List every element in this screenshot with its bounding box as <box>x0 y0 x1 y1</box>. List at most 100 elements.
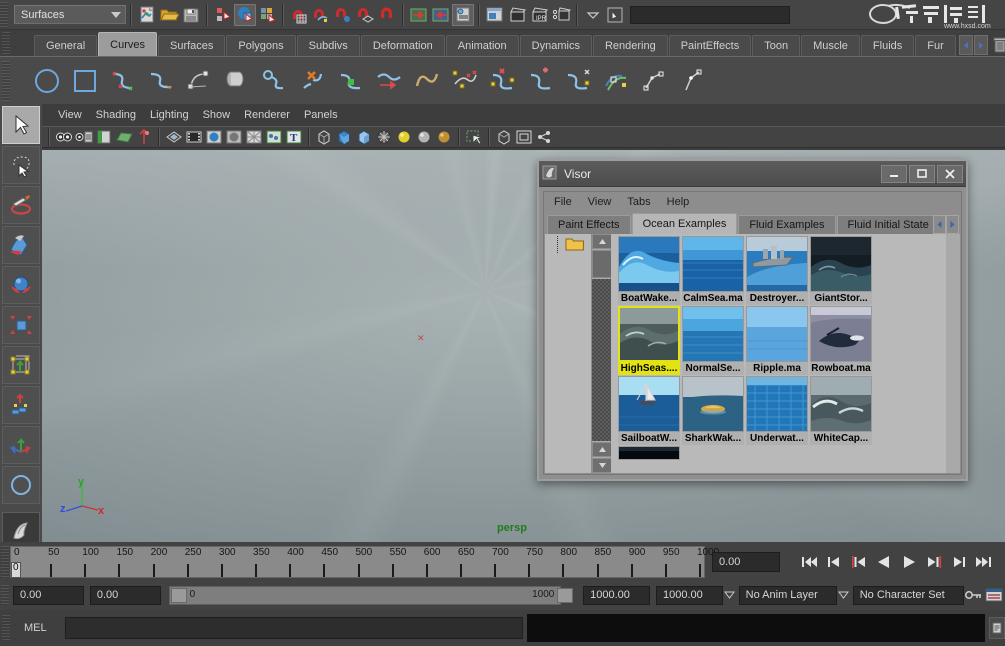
render-globals-icon[interactable] <box>550 4 572 26</box>
visor-menu-help[interactable]: Help <box>667 196 690 208</box>
script-editor-icon[interactable] <box>989 617 1005 639</box>
nurbs-circle-icon[interactable] <box>30 62 64 100</box>
list-item[interactable]: Ripple.ma <box>746 306 808 375</box>
visor-menu-tabs[interactable]: Tabs <box>627 196 650 208</box>
last-tool-used-button[interactable] <box>2 466 40 504</box>
xray-joints-icon[interactable] <box>264 127 284 147</box>
list-item[interactable]: Destroyer... <box>746 236 808 305</box>
visor-tab-fluid-examples[interactable]: Fluid Examples <box>738 215 835 234</box>
list-item[interactable]: SailboatW... <box>618 376 680 445</box>
chevron-down-icon[interactable] <box>723 586 737 604</box>
visor-window[interactable]: Visor File View Tabs Help Paint Effects … <box>537 159 968 481</box>
list-item[interactable]: Underwat... <box>746 376 808 445</box>
minimize-button[interactable] <box>881 165 907 183</box>
isolate-select-icon[interactable] <box>494 127 514 147</box>
image-plane-icon[interactable] <box>114 127 134 147</box>
film-gate-icon[interactable] <box>184 127 204 147</box>
render-view-icon[interactable] <box>484 4 506 26</box>
shelf-gripper[interactable] <box>2 32 10 54</box>
command-language-label[interactable]: MEL <box>24 622 65 634</box>
move-tool-button[interactable] <box>2 226 40 264</box>
xray-icon[interactable] <box>244 127 264 147</box>
two-sided-lighting-icon[interactable] <box>164 127 184 147</box>
current-time-field[interactable]: 0.00 <box>712 552 780 572</box>
ipr-render-icon[interactable]: IPR <box>528 4 550 26</box>
resolution-gate-icon[interactable] <box>204 127 224 147</box>
exposure-icon[interactable] <box>134 127 154 147</box>
thumbnail-white-caps[interactable] <box>810 376 872 432</box>
snap-to-grid-icon[interactable] <box>288 4 310 26</box>
viewport-menu-view[interactable]: View <box>58 109 82 121</box>
chevron-down-icon[interactable] <box>837 586 851 604</box>
thumbnail-sailboat-wake[interactable] <box>618 376 680 432</box>
align-curves-icon[interactable] <box>372 62 406 100</box>
thumbnail-partial-row[interactable] <box>618 446 680 460</box>
animation-preferences-icon[interactable] <box>983 586 1005 604</box>
default-light-icon[interactable] <box>414 127 434 147</box>
lasso-tool-button[interactable] <box>2 146 40 184</box>
universal-manipulator-button[interactable] <box>2 346 40 384</box>
camera-attributes-icon[interactable] <box>74 127 94 147</box>
play-backwards-icon[interactable] <box>873 551 894 573</box>
shelf-tab-toon[interactable]: Toon <box>752 35 800 56</box>
list-item[interactable] <box>618 446 680 460</box>
scrollbar-track[interactable] <box>592 279 612 441</box>
shelf-tab-fur[interactable]: Fur <box>915 35 956 56</box>
duplicate-surface-curves-icon[interactable] <box>258 62 292 100</box>
texture-icon[interactable] <box>374 127 394 147</box>
shelf-tab-subdivs[interactable]: Subdivs <box>297 35 360 56</box>
shelf-tab-rendering[interactable]: Rendering <box>593 35 668 56</box>
character-set-field[interactable]: No Character Set <box>853 586 964 605</box>
viewport-menu-show[interactable]: Show <box>203 109 231 121</box>
attach-curves-icon[interactable] <box>296 62 330 100</box>
construction-history-off-icon[interactable] <box>430 4 452 26</box>
visor-title-bar[interactable]: Visor <box>539 161 966 187</box>
scroll-down-arrow-icon[interactable] <box>592 458 612 473</box>
toolbar-gripper[interactable] <box>0 2 8 28</box>
smooth-shade-icon[interactable] <box>334 127 354 147</box>
selection-mask-icon[interactable] <box>604 4 626 26</box>
anim-layer-field[interactable]: No Anim Layer <box>739 586 837 605</box>
list-item[interactable]: SharkWak... <box>682 376 744 445</box>
scrollbar-thumb[interactable] <box>592 250 612 278</box>
thumbnail-normal-sea[interactable] <box>682 306 744 362</box>
construction-history-on-icon[interactable] <box>408 4 430 26</box>
viewport-menu-lighting[interactable]: Lighting <box>150 109 189 121</box>
go-to-end-icon[interactable] <box>973 551 994 573</box>
thumbnail-ripple[interactable] <box>746 306 808 362</box>
chevron-left-icon[interactable] <box>959 35 973 55</box>
thumbnail-underwater[interactable] <box>746 376 808 432</box>
snap-to-projected-center-icon[interactable] <box>354 4 376 26</box>
play-forwards-icon[interactable] <box>898 551 919 573</box>
range-slider-bar[interactable]: 0 1000 <box>169 586 562 605</box>
visor-tree-scrollbar[interactable] <box>591 234 611 473</box>
render-settings-icon[interactable] <box>452 4 474 26</box>
detach-curves-icon[interactable] <box>334 62 368 100</box>
arc-tool-icon[interactable] <box>220 62 254 100</box>
visor-tab-paint-effects[interactable]: Paint Effects <box>547 215 631 234</box>
chevron-left-icon[interactable] <box>933 215 946 234</box>
thumbnail-calm-sea[interactable] <box>682 236 744 292</box>
playback-start-field[interactable]: 0.00 <box>90 586 161 605</box>
snap-to-view-plane-icon[interactable] <box>376 4 398 26</box>
cv-curve-tool-icon[interactable] <box>106 62 140 100</box>
rotate-tool-button[interactable] <box>2 266 40 304</box>
key-icon[interactable] <box>964 586 984 604</box>
chevron-right-icon[interactable] <box>974 35 988 55</box>
select-by-object-icon[interactable] <box>234 4 256 26</box>
shelf-tab-animation[interactable]: Animation <box>446 35 519 56</box>
go-to-start-icon[interactable] <box>798 551 819 573</box>
select-by-component-icon[interactable] <box>256 4 278 26</box>
grid-icon[interactable] <box>224 127 244 147</box>
scroll-up-arrow-icon[interactable] <box>592 442 612 457</box>
insert-knot-icon[interactable] <box>524 62 558 100</box>
shelf-tab-general[interactable]: General <box>34 35 97 56</box>
time-slider[interactable]: 0501001502002503003504004505005506006507… <box>10 546 705 578</box>
thumbnail-giant-storm[interactable] <box>810 236 872 292</box>
sidebar-toggle-icon[interactable] <box>582 4 604 26</box>
thumbnail-shark-wake[interactable] <box>682 376 744 432</box>
list-item[interactable]: CalmSea.ma <box>682 236 744 305</box>
step-back-keyframe-icon[interactable] <box>823 551 844 573</box>
viewport-menu-shading[interactable]: Shading <box>96 109 136 121</box>
bookmark-icon[interactable] <box>94 127 114 147</box>
